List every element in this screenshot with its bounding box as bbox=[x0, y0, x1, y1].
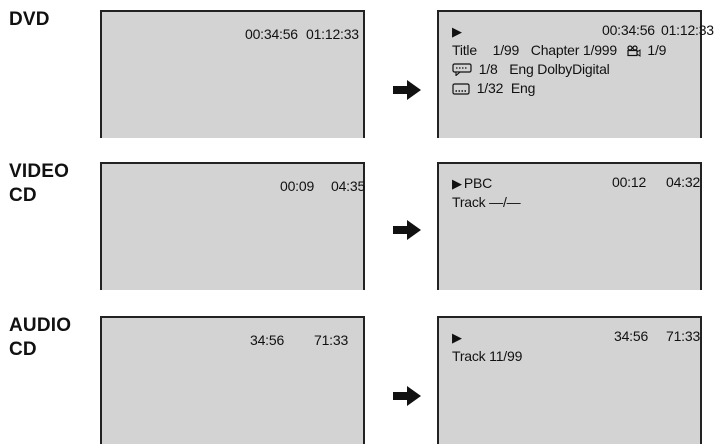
dvd-label: DVD bbox=[9, 9, 50, 30]
audio-language: Eng bbox=[509, 61, 534, 77]
subtitle-line: 1/32 Eng bbox=[452, 79, 535, 97]
play-icon: ▶ bbox=[452, 24, 462, 39]
elapsed-time: 34:56 bbox=[250, 332, 285, 348]
dvd-screen-before: 00:34:56 01:12:33 bbox=[100, 10, 365, 138]
playback-mode: PBC bbox=[463, 175, 492, 191]
subtitle-value: 1/32 bbox=[476, 80, 504, 96]
subtitle-language: Eng bbox=[510, 80, 536, 96]
title-chapter-line: Title 1/99 Chapter 1/999 1/9 bbox=[452, 41, 666, 59]
angle-value: 1/9 bbox=[647, 42, 667, 58]
dvd-row: DVD 00:34:56 01:12:33 ▶ 00:34:56 01:12:3… bbox=[0, 0, 715, 140]
elapsed-time: 00:12 bbox=[612, 174, 647, 190]
vcd-row: VIDEO CD 00:09 04:35 ▶ PBC 00:12 04:32 Tr… bbox=[0, 152, 715, 292]
title-label: Title bbox=[452, 42, 477, 58]
vcd-screen-after: ▶ PBC 00:12 04:32 Track —/— bbox=[437, 162, 702, 290]
acd-screen-after: ▶ 34:56 71:33 Track 11/99 bbox=[437, 316, 702, 444]
elapsed-time: 34:56 bbox=[614, 328, 649, 344]
right-arrow-icon bbox=[393, 386, 421, 406]
play-icon: ▶ bbox=[452, 176, 462, 191]
acd-screen-before: 34:56 71:33 bbox=[100, 316, 365, 444]
speech-bubble-icon bbox=[452, 63, 472, 76]
total-time: 04:32 bbox=[666, 174, 701, 190]
audio-line: 1/8 Eng DolbyDigital bbox=[452, 60, 610, 78]
camera-angle-icon bbox=[627, 45, 641, 57]
chapter-value: 1/999 bbox=[582, 42, 617, 58]
vcd-label: VIDEO CD bbox=[9, 161, 70, 206]
vcd-screen-before: 00:09 04:35 bbox=[100, 162, 365, 290]
elapsed-time: 00:34:56 bbox=[602, 22, 655, 38]
acd-label: AUDIO CD bbox=[9, 315, 72, 360]
play-icon: ▶ bbox=[452, 330, 462, 345]
right-arrow-icon bbox=[393, 80, 421, 100]
audio-value: 1/8 bbox=[478, 61, 498, 77]
acd-row: AUDIO CD 34:56 71:33 ▶ 34:56 71:33 Track… bbox=[0, 306, 715, 446]
total-time: 71:33 bbox=[666, 328, 701, 344]
total-time: 71:33 bbox=[314, 332, 349, 348]
total-time: 04:35 bbox=[331, 178, 366, 194]
title-value: 1/99 bbox=[492, 42, 520, 58]
right-arrow-icon bbox=[393, 220, 421, 240]
status-line: ▶ bbox=[452, 328, 464, 347]
status-line: ▶ PBC bbox=[452, 174, 492, 193]
audio-format: DolbyDigital bbox=[537, 61, 610, 77]
status-line: ▶ bbox=[452, 22, 464, 41]
total-time: 01:12:33 bbox=[306, 26, 359, 42]
chapter-label: Chapter bbox=[530, 42, 580, 58]
elapsed-time: 00:09 bbox=[280, 178, 315, 194]
total-time: 01:12:33 bbox=[661, 22, 714, 38]
dvd-screen-after: ▶ 00:34:56 01:12:33 Title 1/99 Chapter 1… bbox=[437, 10, 714, 138]
track-line: Track 11/99 bbox=[452, 348, 523, 364]
elapsed-time: 00:34:56 bbox=[245, 26, 298, 42]
subtitle-box-icon bbox=[452, 83, 470, 95]
track-line: Track —/— bbox=[452, 194, 521, 210]
